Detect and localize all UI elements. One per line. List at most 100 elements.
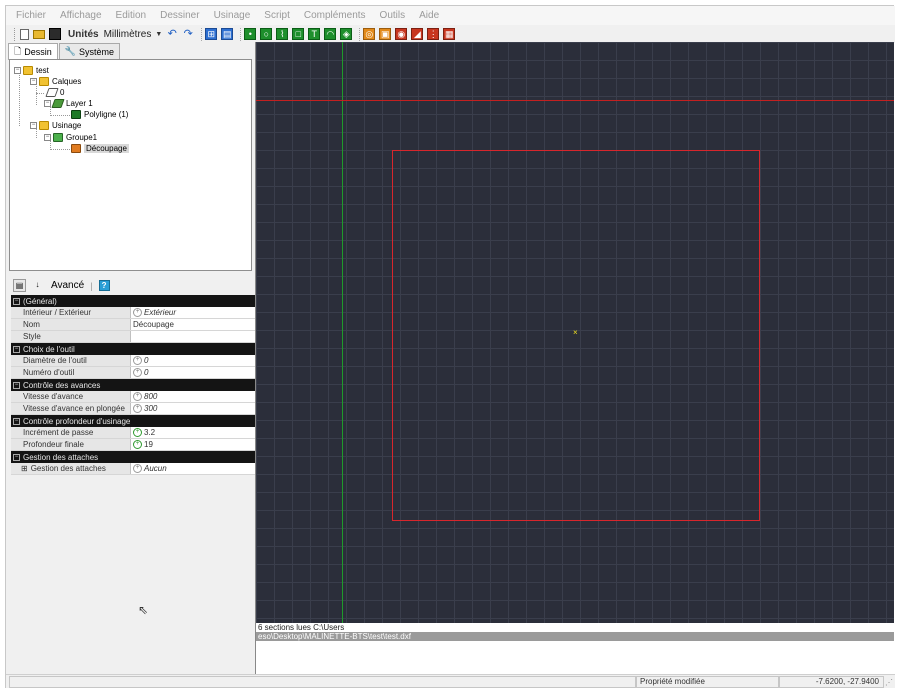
tab-dessin[interactable]: 🗋 Dessin (8, 43, 58, 60)
output-console[interactable]: 6 sections lues C:\Users eso\Desktop\MAL… (255, 623, 894, 680)
tree-label: Découpage (84, 144, 129, 153)
categorized-view-icon[interactable]: ▤ (13, 279, 26, 292)
menu-complements[interactable]: Compléments (304, 10, 366, 21)
undo-icon[interactable]: ↶ (166, 28, 178, 40)
tree-label: Groupe1 (66, 133, 98, 142)
collapse-icon[interactable]: − (13, 345, 20, 353)
property-value: 800 (144, 392, 158, 401)
property-value-cell[interactable]: +800 (131, 391, 258, 402)
property-value-cell[interactable]: +0 (131, 367, 258, 378)
menu-outils[interactable]: Outils (380, 10, 406, 21)
collapse-icon[interactable]: − (30, 78, 37, 85)
grid-snap-icon[interactable]: ⊞ (205, 28, 218, 40)
menu-affichage[interactable]: Affichage (60, 10, 102, 21)
toolpath-icon[interactable]: ⋮ (427, 28, 440, 40)
tree-label: test (36, 66, 49, 75)
save-icon[interactable] (49, 28, 61, 40)
default-value-icon: + (133, 308, 142, 317)
menu-fichier[interactable]: Fichier (16, 10, 46, 21)
property-row[interactable]: Profondeur finale +19 (11, 439, 258, 451)
draw-polyline-icon[interactable]: ⌇ (276, 28, 289, 40)
collapse-icon[interactable]: − (13, 381, 20, 389)
collapse-icon[interactable]: − (13, 297, 20, 305)
category-general[interactable]: − (Général) (11, 295, 258, 307)
property-value-cell[interactable]: +3.2 (131, 427, 258, 438)
menu-dessiner[interactable]: Dessiner (160, 10, 199, 21)
chevron-down-icon[interactable]: ▼ (155, 31, 162, 38)
property-row[interactable]: Nom Découpage (11, 319, 258, 331)
tree-label: 0 (60, 88, 65, 97)
collapse-icon[interactable]: − (30, 122, 37, 129)
redo-icon[interactable]: ↷ (182, 28, 194, 40)
property-row[interactable]: Incrément de passe +3.2 (11, 427, 258, 439)
property-name: Gestion des attaches (30, 464, 106, 473)
collapse-icon[interactable]: − (44, 100, 51, 107)
custom-value-icon: + (133, 428, 142, 437)
tab-systeme[interactable]: 🔧 Système (58, 43, 120, 59)
category-tabs-management[interactable]: − Gestion des attaches (11, 451, 258, 463)
menu-usinage[interactable]: Usinage (214, 10, 251, 21)
property-value-cell[interactable]: +19 (131, 439, 258, 450)
collapse-icon[interactable]: − (14, 67, 21, 74)
property-row[interactable]: Numéro d'outil +0 (11, 367, 258, 379)
menu-script[interactable]: Script (264, 10, 290, 21)
alphabetical-sort-icon[interactable]: ↓ (31, 279, 44, 292)
drawing-canvas[interactable]: × (255, 42, 894, 623)
toolbar-grip (14, 27, 17, 41)
property-value-cell[interactable]: +0 (131, 355, 258, 366)
category-depth-control[interactable]: − Contrôle profondeur d'usinage (11, 415, 258, 427)
property-row[interactable]: Diamètre de l'outil +0 (11, 355, 258, 367)
property-name: Profondeur finale (11, 439, 131, 450)
draw-point-icon[interactable]: • (244, 28, 257, 40)
advanced-mode-label[interactable]: Avancé (51, 280, 84, 291)
tree-node-groupe1[interactable]: − Groupe1 (44, 132, 97, 143)
draw-arc-icon[interactable]: ◠ (324, 28, 337, 40)
draw-circle-icon[interactable]: ○ (260, 28, 273, 40)
expand-icon[interactable]: ⊞ (21, 464, 28, 473)
category-feed-control[interactable]: − Contrôle des avances (11, 379, 258, 391)
tree-node-root[interactable]: − test (14, 65, 49, 76)
tree-node-decoupage[interactable]: Découpage (71, 143, 129, 154)
menu-aide[interactable]: Aide (419, 10, 439, 21)
machining-engrave-icon[interactable]: ◢ (411, 28, 424, 40)
tree-node-polyline[interactable]: Polyligne (1) (71, 109, 128, 120)
property-row[interactable]: Intérieur / Extérieur + Extérieur (11, 307, 258, 319)
collapse-icon[interactable]: − (13, 417, 20, 425)
new-file-icon[interactable] (20, 28, 29, 40)
draw-rectangle-icon[interactable]: □ (292, 28, 305, 40)
units-dropdown[interactable]: Millimètres (104, 29, 152, 40)
layer-icon (51, 99, 65, 108)
property-row[interactable]: Vitesse d'avance +800 (11, 391, 258, 403)
property-row[interactable]: ⊞ Gestion des attaches + Aucun (11, 463, 258, 475)
open-folder-icon[interactable] (33, 29, 45, 39)
app-window: Fichier Affichage Edition Dessiner Usina… (5, 5, 895, 688)
property-value-cell[interactable]: + Extérieur (131, 307, 258, 318)
folder-icon (39, 77, 49, 86)
help-icon[interactable]: ? (98, 280, 110, 291)
tree-node-calques[interactable]: − Calques (30, 76, 81, 87)
resize-grip-icon[interactable]: ⋰ (885, 678, 893, 687)
draw-3d-icon[interactable]: ◈ (340, 28, 353, 40)
tree-node-usinage[interactable]: − Usinage (30, 120, 81, 131)
machining-profile-icon[interactable]: ◎ (363, 28, 376, 40)
property-row[interactable]: Vitesse d'avance en plongée +300 (11, 403, 258, 415)
custom-value-icon: + (133, 440, 142, 449)
draw-text-icon[interactable]: T (308, 28, 321, 40)
property-value[interactable] (131, 331, 258, 342)
toolbar-separator: | (90, 280, 93, 291)
tree-node-layer-1[interactable]: − Layer 1 (44, 98, 93, 109)
menu-edition[interactable]: Edition (116, 10, 147, 21)
tree-node-layer-0[interactable]: 0 (45, 87, 65, 98)
collapse-icon[interactable]: − (13, 453, 20, 461)
category-tool-choice[interactable]: − Choix de l'outil (11, 343, 258, 355)
property-value[interactable]: Découpage (131, 319, 258, 330)
property-row[interactable]: Style (11, 331, 258, 343)
x-axis-line (256, 100, 894, 101)
collapse-icon[interactable]: − (44, 134, 51, 141)
machining-pocket-icon[interactable]: ▣ (379, 28, 392, 40)
table-view-icon[interactable]: ▤ (221, 28, 234, 40)
property-value-cell[interactable]: + Aucun (131, 463, 258, 474)
machining-drill-icon[interactable]: ◉ (395, 28, 408, 40)
post-process-icon[interactable]: ▦ (443, 28, 456, 40)
property-value-cell[interactable]: +300 (131, 403, 258, 414)
